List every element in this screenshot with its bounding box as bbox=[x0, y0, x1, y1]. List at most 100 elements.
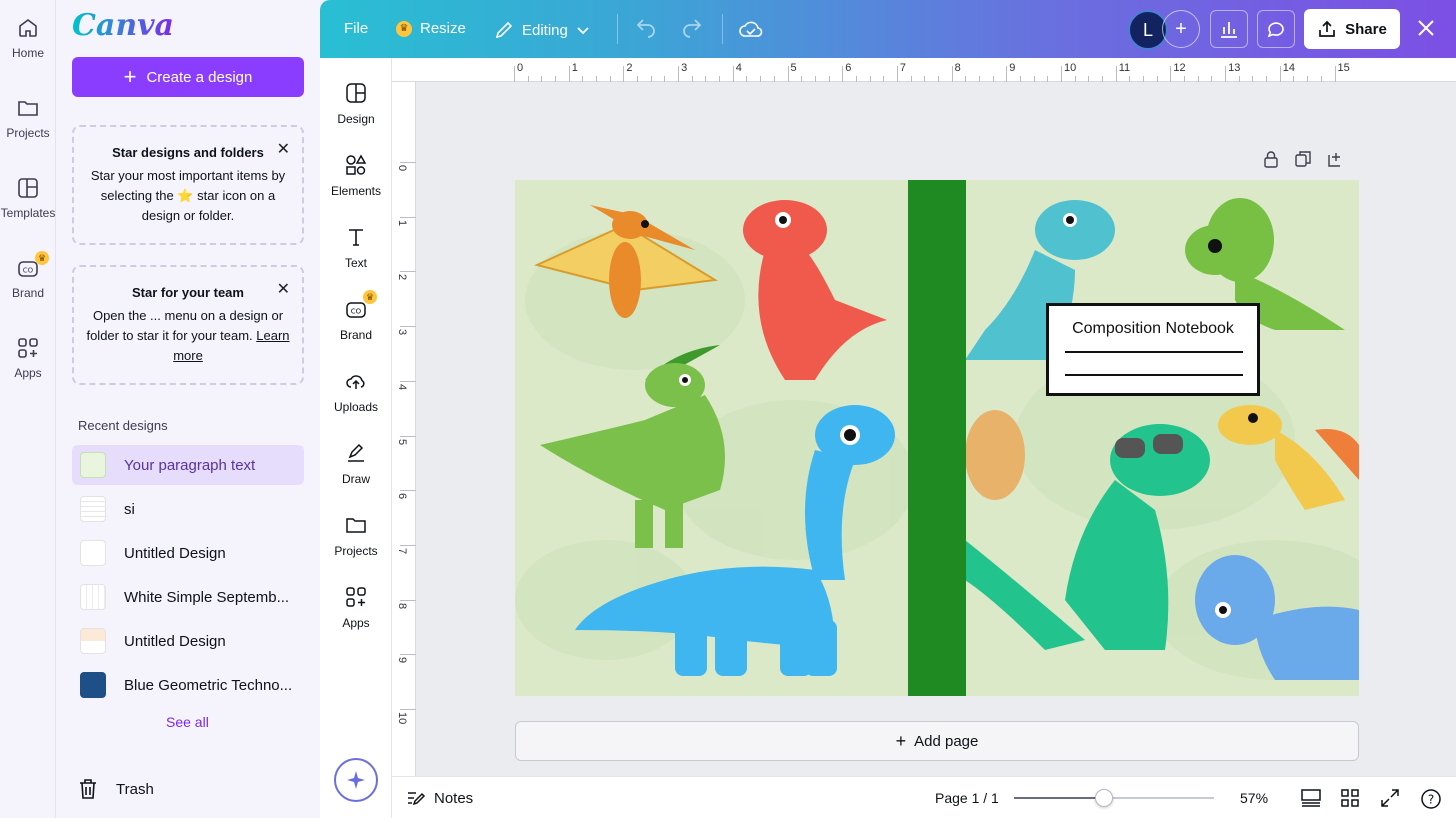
fullscreen-icon[interactable] bbox=[1380, 788, 1400, 808]
zoom-level[interactable]: 57% bbox=[1240, 790, 1268, 806]
comment-icon bbox=[1267, 22, 1284, 38]
crown-icon: ♛ bbox=[35, 251, 49, 265]
pages-view-icon[interactable] bbox=[1300, 788, 1322, 808]
ruler-minor-tick bbox=[527, 76, 529, 82]
recent-design-item[interactable]: Your paragraph text bbox=[72, 445, 304, 485]
recent-design-item[interactable]: Untitled Design bbox=[72, 533, 304, 573]
ruler-tick bbox=[400, 271, 416, 273]
notebook-label[interactable]: Composition Notebook bbox=[1046, 303, 1260, 396]
objpanel-item-text[interactable]: Text bbox=[320, 226, 392, 270]
undo-icon[interactable] bbox=[634, 16, 658, 40]
notes-button[interactable]: Notes bbox=[406, 789, 473, 807]
duplicate-icon[interactable] bbox=[1294, 150, 1312, 168]
editor: File ♛ Resize Editing L + Share Design E… bbox=[320, 0, 1456, 818]
help-icon[interactable]: ? bbox=[1420, 788, 1442, 810]
ruler-minor-tick bbox=[1088, 76, 1090, 82]
editing-mode-dropdown[interactable]: Editing bbox=[494, 20, 590, 40]
zoom-slider[interactable] bbox=[1014, 789, 1214, 807]
close-icon[interactable]: ✕ bbox=[277, 139, 290, 159]
rail-item-brand[interactable]: ♛ CO Brand bbox=[0, 251, 56, 300]
magic-assistant-button[interactable] bbox=[334, 758, 378, 802]
ruler-number: 2 bbox=[396, 274, 408, 281]
rail-label: Projects bbox=[6, 126, 50, 140]
canva-logo[interactable]: Canva bbox=[72, 8, 174, 43]
notebook-title[interactable]: Composition Notebook bbox=[1049, 320, 1257, 338]
close-icon[interactable] bbox=[1414, 16, 1438, 40]
ruler-minor-tick bbox=[1197, 76, 1199, 82]
design-thumbnail bbox=[80, 496, 106, 522]
ruler-tick bbox=[514, 66, 515, 82]
plus-icon: + bbox=[1175, 17, 1187, 40]
ruler-number: 3 bbox=[681, 62, 688, 74]
grid-view-icon[interactable] bbox=[1340, 788, 1360, 808]
insights-button[interactable] bbox=[1210, 10, 1248, 48]
objpanel-item-draw[interactable]: Draw bbox=[320, 442, 392, 486]
objpanel-item-apps[interactable]: Apps bbox=[320, 586, 392, 630]
ruler-number: 7 bbox=[899, 62, 907, 74]
rail-label: Brand bbox=[11, 286, 45, 300]
redo-icon[interactable] bbox=[680, 16, 704, 40]
recent-design-name: Untitled Design bbox=[124, 632, 226, 650]
objpanel-item-projects[interactable]: Projects bbox=[320, 514, 392, 558]
file-menu[interactable]: File bbox=[344, 20, 368, 37]
ruler-minor-tick bbox=[1019, 76, 1021, 82]
objpanel-label: Uploads bbox=[333, 400, 379, 414]
recent-design-item[interactable]: Untitled Design bbox=[72, 621, 304, 661]
add-collaborator-button[interactable]: + bbox=[1162, 10, 1200, 48]
draw-icon bbox=[348, 443, 364, 462]
resize-button[interactable]: ♛ Resize bbox=[396, 20, 466, 37]
share-button[interactable]: Share bbox=[1304, 9, 1400, 49]
close-icon[interactable]: ✕ bbox=[277, 279, 290, 299]
tip-title: Star for your team bbox=[132, 285, 244, 300]
objpanel-item-uploads[interactable]: Uploads bbox=[320, 370, 392, 414]
ruler-number: 4 bbox=[735, 62, 742, 74]
recent-design-item[interactable]: si bbox=[72, 489, 304, 529]
ruler-number: 15 bbox=[1337, 62, 1350, 74]
rail-item-templates[interactable]: Templates bbox=[0, 176, 56, 220]
design-page[interactable]: Composition Notebook bbox=[515, 180, 1359, 696]
ruler-minor-tick bbox=[1320, 76, 1322, 82]
tip-title: Star designs and folders bbox=[112, 145, 264, 160]
ruler-minor-tick bbox=[1129, 76, 1131, 82]
ruler-minor-tick bbox=[828, 76, 830, 82]
lock-icon[interactable] bbox=[1262, 150, 1280, 168]
cloud-saved-icon[interactable] bbox=[738, 16, 764, 42]
ruler-number: 5 bbox=[790, 62, 797, 74]
add-page-button[interactable]: + Add page bbox=[515, 721, 1359, 761]
rail-item-home[interactable]: Home bbox=[0, 16, 56, 60]
page-indicator[interactable]: Page 1 / 1 bbox=[935, 790, 999, 806]
notes-label: Notes bbox=[434, 789, 474, 807]
ruler-minor-tick bbox=[978, 76, 980, 82]
ruler-minor-tick bbox=[883, 76, 885, 82]
apps-icon bbox=[18, 338, 38, 358]
ruler-minor-tick bbox=[609, 76, 611, 82]
rail-item-projects[interactable]: Projects bbox=[0, 96, 56, 140]
ruler-minor-tick bbox=[582, 76, 584, 82]
objpanel-item-design[interactable]: Design bbox=[320, 82, 392, 126]
recent-design-item[interactable]: White Simple Septemb... bbox=[72, 577, 304, 617]
objpanel-item-brand[interactable]: ♛ CO Brand bbox=[320, 290, 392, 342]
ruler-number: 6 bbox=[396, 493, 408, 500]
ruler-minor-tick bbox=[937, 76, 939, 82]
objpanel-item-elements[interactable]: Elements bbox=[320, 154, 392, 198]
trash-item[interactable]: Trash bbox=[78, 778, 154, 800]
rail-item-apps[interactable]: Apps bbox=[0, 336, 56, 380]
ruler-tick bbox=[1225, 66, 1227, 82]
recent-design-item[interactable]: Blue Geometric Techno... bbox=[72, 665, 304, 705]
trash-label: Trash bbox=[116, 780, 154, 798]
ruler-horizontal: 0 1 2 3 4 5 6 7 8 9 10 11 12 13 14 15 bbox=[392, 58, 1456, 82]
resize-label: Resize bbox=[420, 20, 466, 37]
ruler-tick bbox=[623, 66, 625, 82]
toolbar-divider bbox=[617, 14, 618, 44]
upload-icon bbox=[346, 375, 365, 389]
create-design-button[interactable]: + Create a design bbox=[72, 57, 304, 97]
objpanel-label: Text bbox=[344, 256, 367, 270]
add-page-icon[interactable] bbox=[1326, 150, 1344, 168]
comments-button[interactable] bbox=[1257, 10, 1295, 48]
zoom-slider-handle[interactable] bbox=[1095, 789, 1113, 807]
pencil-icon bbox=[495, 21, 513, 39]
ruler-tick bbox=[842, 66, 844, 82]
text-icon bbox=[349, 229, 363, 246]
ruler-tick bbox=[400, 162, 416, 163]
see-all-link[interactable]: See all bbox=[166, 714, 209, 730]
